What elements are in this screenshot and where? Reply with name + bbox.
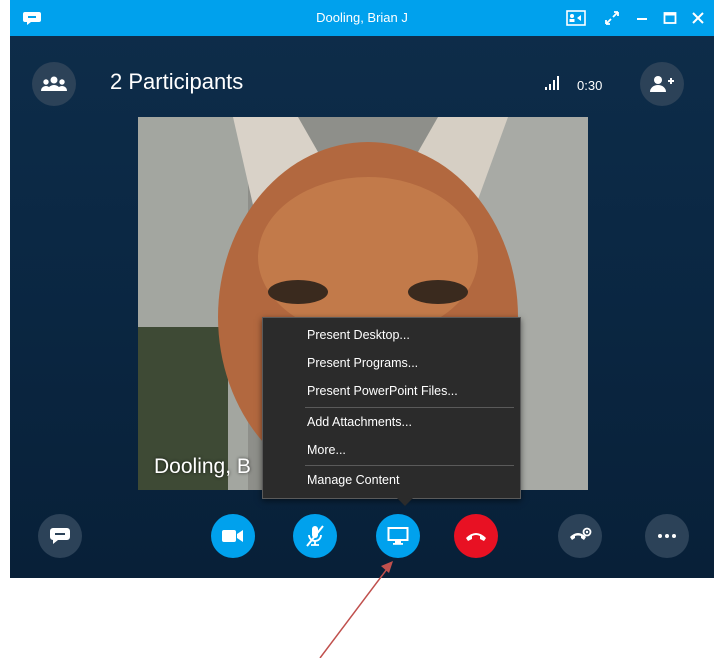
annotation-arrow [319, 561, 393, 658]
